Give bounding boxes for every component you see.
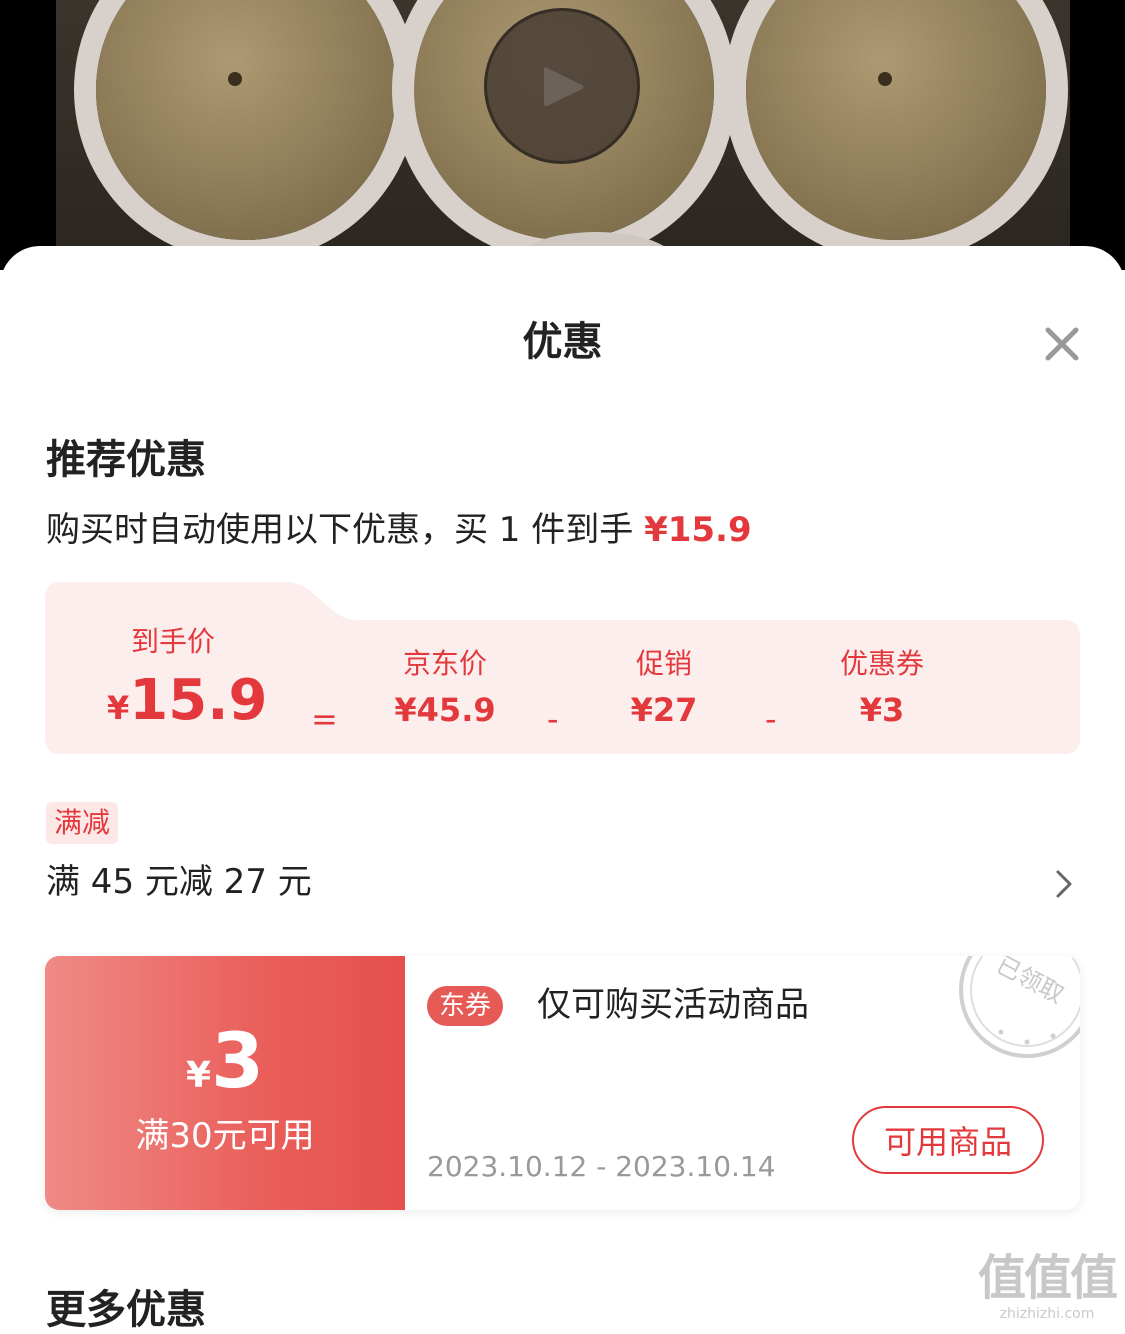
coupon-amount: ¥3 xyxy=(45,1016,405,1105)
promotion-value: ¥27 xyxy=(630,691,698,729)
recommended-subline: 购买时自动使用以下优惠，买 1 件到手 ¥15.9 xyxy=(46,508,752,552)
coupon-discount-value: ¥3 xyxy=(859,691,905,729)
coupon-card: ¥3 满30元可用 东券 仅可购买活动商品 2023.10.12 - 2023.… xyxy=(45,956,1080,1210)
pear-image xyxy=(96,0,396,240)
sheet-title: 优惠 xyxy=(522,319,603,365)
chevron-right-icon[interactable] xyxy=(1052,868,1076,900)
product-video[interactable] xyxy=(0,0,1125,270)
coupon-discount: 优惠券 ¥3 xyxy=(827,646,937,730)
final-price: ¥15.9 xyxy=(107,668,267,733)
subline-price: ¥15.9 xyxy=(644,510,752,550)
coupon-amount-value: 3 xyxy=(211,1016,264,1105)
coupon-validity: 2023.10.12 - 2023.10.14 xyxy=(427,1150,776,1183)
promotion-discount: 促销 ¥27 xyxy=(621,646,707,730)
discount-sheet: 优惠 推荐优惠 购买时自动使用以下优惠，买 1 件到手 ¥15.9 到手价 ¥1… xyxy=(0,246,1125,1334)
minus-sign: - xyxy=(765,700,777,738)
available-products-button[interactable]: 可用商品 xyxy=(852,1106,1044,1174)
watermark-logo: 值值值 zhizhizhi.com xyxy=(972,1250,1122,1322)
jd-price-value: ¥45.9 xyxy=(394,691,496,729)
coupon-currency: ¥ xyxy=(186,1055,212,1096)
jd-price-label: 京东价 xyxy=(402,647,487,680)
coupon-discount-label: 优惠券 xyxy=(839,647,924,680)
promotion-label: 促销 xyxy=(635,647,692,680)
close-icon xyxy=(1045,327,1079,361)
final-price-currency: ¥ xyxy=(107,689,130,727)
promotion-tag: 满减 xyxy=(46,802,119,844)
minus-sign: - xyxy=(547,700,559,738)
play-button[interactable] xyxy=(484,8,640,164)
watermark-small: zhizhizhi.com xyxy=(999,1306,1095,1322)
watermark-big: 值值值 xyxy=(977,1250,1118,1306)
final-price-label: 到手价 xyxy=(131,625,216,658)
play-icon xyxy=(544,67,584,107)
subline-text: 购买时自动使用以下优惠，买 1 件到手 xyxy=(46,510,645,550)
coupon-title: 仅可购买活动商品 xyxy=(537,985,809,1025)
claimed-stamp-icon: 已领取 xyxy=(959,956,1080,1058)
pear-image xyxy=(746,0,1046,240)
stamp-text: 已领取 xyxy=(992,956,1069,1009)
promotion-text[interactable]: 满 45 元减 27 元 xyxy=(46,860,312,904)
jd-price: 京东价 ¥45.9 xyxy=(387,646,503,730)
coupon-type-badge: 东券 xyxy=(427,986,504,1026)
more-offers-title: 更多优惠 xyxy=(46,1287,206,1333)
close-button[interactable] xyxy=(1040,322,1084,366)
final-price-value: 15.9 xyxy=(129,668,268,733)
equals-sign: = xyxy=(311,700,338,738)
coupon-condition: 满30元可用 xyxy=(135,1116,315,1156)
coupon-value-panel: ¥3 满30元可用 xyxy=(45,956,405,1210)
price-breakdown-card: 到手价 ¥15.9 = 京东价 ¥45.9 - 促销 ¥27 - 优惠券 ¥3 xyxy=(45,582,1080,754)
recommended-title: 推荐优惠 xyxy=(46,437,206,483)
